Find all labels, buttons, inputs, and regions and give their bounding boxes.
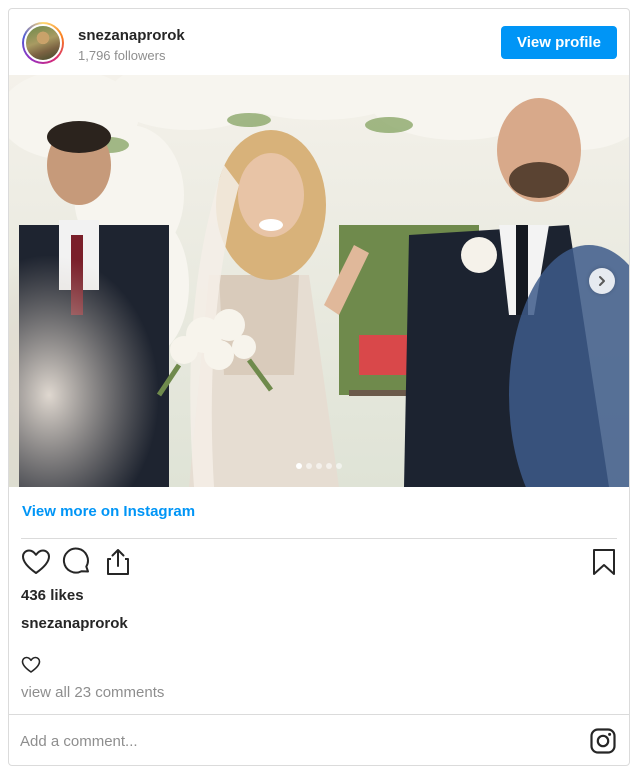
wedding-photo xyxy=(9,75,629,487)
heart-icon[interactable] xyxy=(21,547,51,577)
chevron-right-icon xyxy=(599,276,605,286)
view-more-link[interactable]: View more on Instagram xyxy=(22,503,195,520)
post-photo[interactable] xyxy=(9,75,629,487)
post-header: snezanaprorok 1,796 followers View profi… xyxy=(9,9,629,75)
small-heart-icon[interactable] xyxy=(21,655,41,675)
view-comments-link[interactable]: view all 23 comments xyxy=(21,684,164,701)
carousel-dot xyxy=(316,463,322,469)
carousel-indicators xyxy=(9,463,629,469)
post-owner[interactable]: snezanaprorok xyxy=(21,615,128,632)
bookmark-icon[interactable] xyxy=(589,547,619,577)
username[interactable]: snezanaprorok xyxy=(78,27,185,44)
comment-input[interactable] xyxy=(20,723,560,759)
next-slide-button[interactable] xyxy=(589,268,615,294)
divider xyxy=(9,714,629,715)
like-count[interactable]: 436 likes xyxy=(21,587,84,604)
comment-bubble-icon[interactable] xyxy=(62,547,92,577)
divider xyxy=(21,538,617,539)
avatar[interactable] xyxy=(22,22,64,64)
instagram-embed-card: snezanaprorok 1,796 followers View profi… xyxy=(8,8,630,766)
carousel-dot xyxy=(306,463,312,469)
follower-count: 1,796 followers xyxy=(78,48,166,63)
instagram-icon[interactable] xyxy=(590,728,616,754)
share-icon[interactable] xyxy=(103,547,133,577)
carousel-dot xyxy=(326,463,332,469)
carousel-dot xyxy=(296,463,302,469)
carousel-dot xyxy=(336,463,342,469)
avatar-image xyxy=(24,24,62,62)
view-profile-button[interactable]: View profile xyxy=(501,26,617,59)
